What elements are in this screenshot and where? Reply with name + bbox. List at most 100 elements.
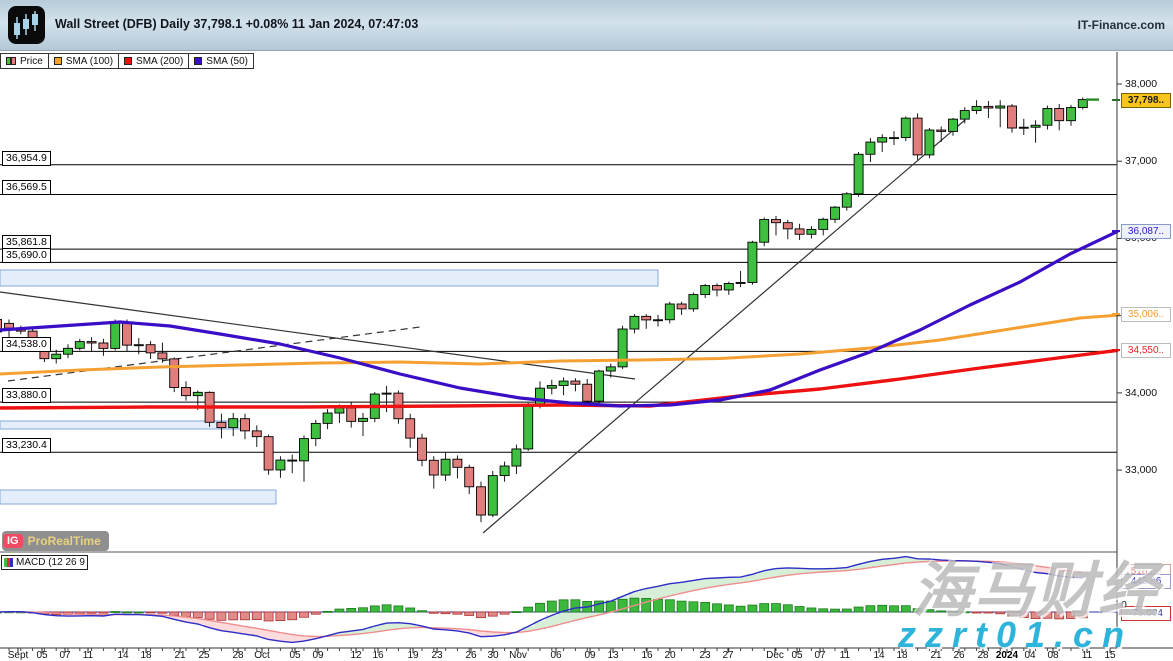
watermark-url: zzrt01.cn bbox=[898, 614, 1133, 656]
candle-body bbox=[665, 304, 674, 320]
macd-histogram-bar bbox=[547, 601, 556, 612]
macd-histogram-bar bbox=[158, 612, 167, 613]
candle-body bbox=[1008, 106, 1017, 128]
candle-body bbox=[488, 476, 497, 515]
candle-body bbox=[630, 316, 639, 329]
candle-body bbox=[1043, 108, 1052, 125]
candle-body bbox=[229, 419, 238, 428]
macd-histogram-bar bbox=[500, 612, 509, 614]
candle-body bbox=[252, 431, 261, 437]
legend-item-sma-100[interactable]: SMA (100) bbox=[48, 53, 119, 69]
macd-icon bbox=[4, 558, 13, 567]
candle-body bbox=[606, 367, 615, 371]
brand-label: IT-Finance.com bbox=[1078, 18, 1165, 32]
candle-body bbox=[854, 154, 863, 194]
candle-body bbox=[264, 437, 273, 470]
candle-body bbox=[217, 422, 226, 427]
chart-title: Wall Street (DFB) Daily 37,798.1 +0.08% … bbox=[55, 17, 418, 31]
candle-body bbox=[477, 487, 486, 515]
macd-histogram-bar bbox=[689, 602, 698, 612]
candle-body bbox=[182, 387, 191, 395]
trendline[interactable] bbox=[0, 292, 635, 379]
macd-label-text: MACD (12 26 9 bbox=[16, 557, 85, 568]
macd-histogram-bar bbox=[831, 609, 840, 612]
supply-zone-band[interactable] bbox=[0, 270, 658, 286]
macd-histogram-bar bbox=[878, 605, 887, 612]
sma200-icon bbox=[124, 57, 132, 65]
macd-histogram-bar bbox=[323, 611, 332, 612]
candle-body bbox=[736, 282, 745, 283]
legend-item-label: SMA (100) bbox=[66, 56, 113, 67]
macd-histogram-bar bbox=[736, 606, 745, 612]
candle-body bbox=[701, 286, 710, 295]
trendline[interactable] bbox=[483, 120, 965, 533]
macd-indicator-label[interactable]: MACD (12 26 9 bbox=[1, 555, 88, 570]
candle-body bbox=[311, 423, 320, 438]
sma100-line bbox=[0, 315, 1117, 374]
candle-body bbox=[772, 220, 781, 223]
macd-histogram-bar bbox=[890, 606, 899, 612]
candle-body bbox=[677, 304, 686, 309]
candle-body bbox=[559, 381, 568, 385]
macd-histogram-bar bbox=[854, 607, 863, 612]
candle-body bbox=[28, 331, 37, 343]
candle-body bbox=[453, 459, 462, 467]
candle-body bbox=[913, 118, 922, 155]
candle-body bbox=[748, 242, 757, 282]
price-icon bbox=[6, 57, 16, 65]
macd-histogram-bar bbox=[606, 601, 615, 612]
candle-body bbox=[925, 130, 934, 155]
macd-histogram-bar bbox=[654, 599, 663, 612]
macd-histogram-bar bbox=[488, 612, 497, 616]
macd-histogram-bar bbox=[701, 602, 710, 612]
candle-body bbox=[595, 371, 604, 401]
legend-item-label: SMA (50) bbox=[206, 56, 248, 67]
macd-histogram-bar bbox=[370, 606, 379, 612]
macd-histogram-bar bbox=[146, 612, 155, 613]
candle-body bbox=[512, 449, 521, 466]
candle-body bbox=[500, 466, 509, 476]
macd-histogram-bar bbox=[288, 612, 297, 620]
candle-body bbox=[654, 320, 663, 321]
macd-histogram-bar bbox=[205, 612, 214, 619]
candle-body bbox=[571, 381, 580, 384]
candle-body bbox=[1067, 108, 1076, 121]
candle-body bbox=[783, 223, 792, 229]
macd-histogram-bar bbox=[300, 612, 309, 617]
macd-fill bbox=[664, 584, 676, 596]
legend-item-sma-200[interactable]: SMA (200) bbox=[118, 53, 189, 69]
candle-body bbox=[5, 323, 14, 328]
macd-histogram-bar bbox=[87, 612, 96, 613]
legend-item-price[interactable]: Price bbox=[0, 53, 49, 69]
macd-histogram-bar bbox=[866, 606, 875, 612]
candle-body bbox=[359, 418, 368, 421]
macd-histogram-bar bbox=[842, 609, 851, 612]
macd-histogram-bar bbox=[453, 612, 462, 614]
macd-histogram-bar bbox=[524, 607, 533, 612]
candle-body bbox=[99, 343, 108, 348]
candle-body bbox=[288, 460, 297, 461]
sma50-icon bbox=[194, 57, 202, 65]
prorealtime-badge[interactable]: IG ProRealTime bbox=[2, 531, 109, 551]
macd-histogram-bar bbox=[807, 608, 816, 612]
candle-body bbox=[1078, 100, 1087, 108]
candle-body bbox=[937, 130, 946, 131]
macd-histogram-bar bbox=[347, 608, 356, 612]
supply-zone-band[interactable] bbox=[0, 490, 276, 504]
candle-body bbox=[276, 460, 285, 470]
candle-body bbox=[960, 111, 969, 120]
candle-body bbox=[795, 229, 804, 234]
macd-histogram-bar bbox=[819, 609, 828, 612]
candle-body bbox=[724, 283, 733, 289]
candle-body bbox=[418, 438, 427, 460]
legend-item-sma-50[interactable]: SMA (50) bbox=[188, 53, 254, 69]
legend-item-label: Price bbox=[20, 56, 43, 67]
candle-body bbox=[996, 106, 1005, 108]
macd-histogram-bar bbox=[276, 612, 285, 621]
candle-body bbox=[807, 229, 816, 234]
sma50-line bbox=[0, 232, 1117, 406]
candle-body bbox=[64, 348, 73, 354]
macd-histogram-bar bbox=[783, 605, 792, 612]
macd-fill bbox=[699, 579, 711, 589]
macd-histogram-bar bbox=[748, 605, 757, 612]
